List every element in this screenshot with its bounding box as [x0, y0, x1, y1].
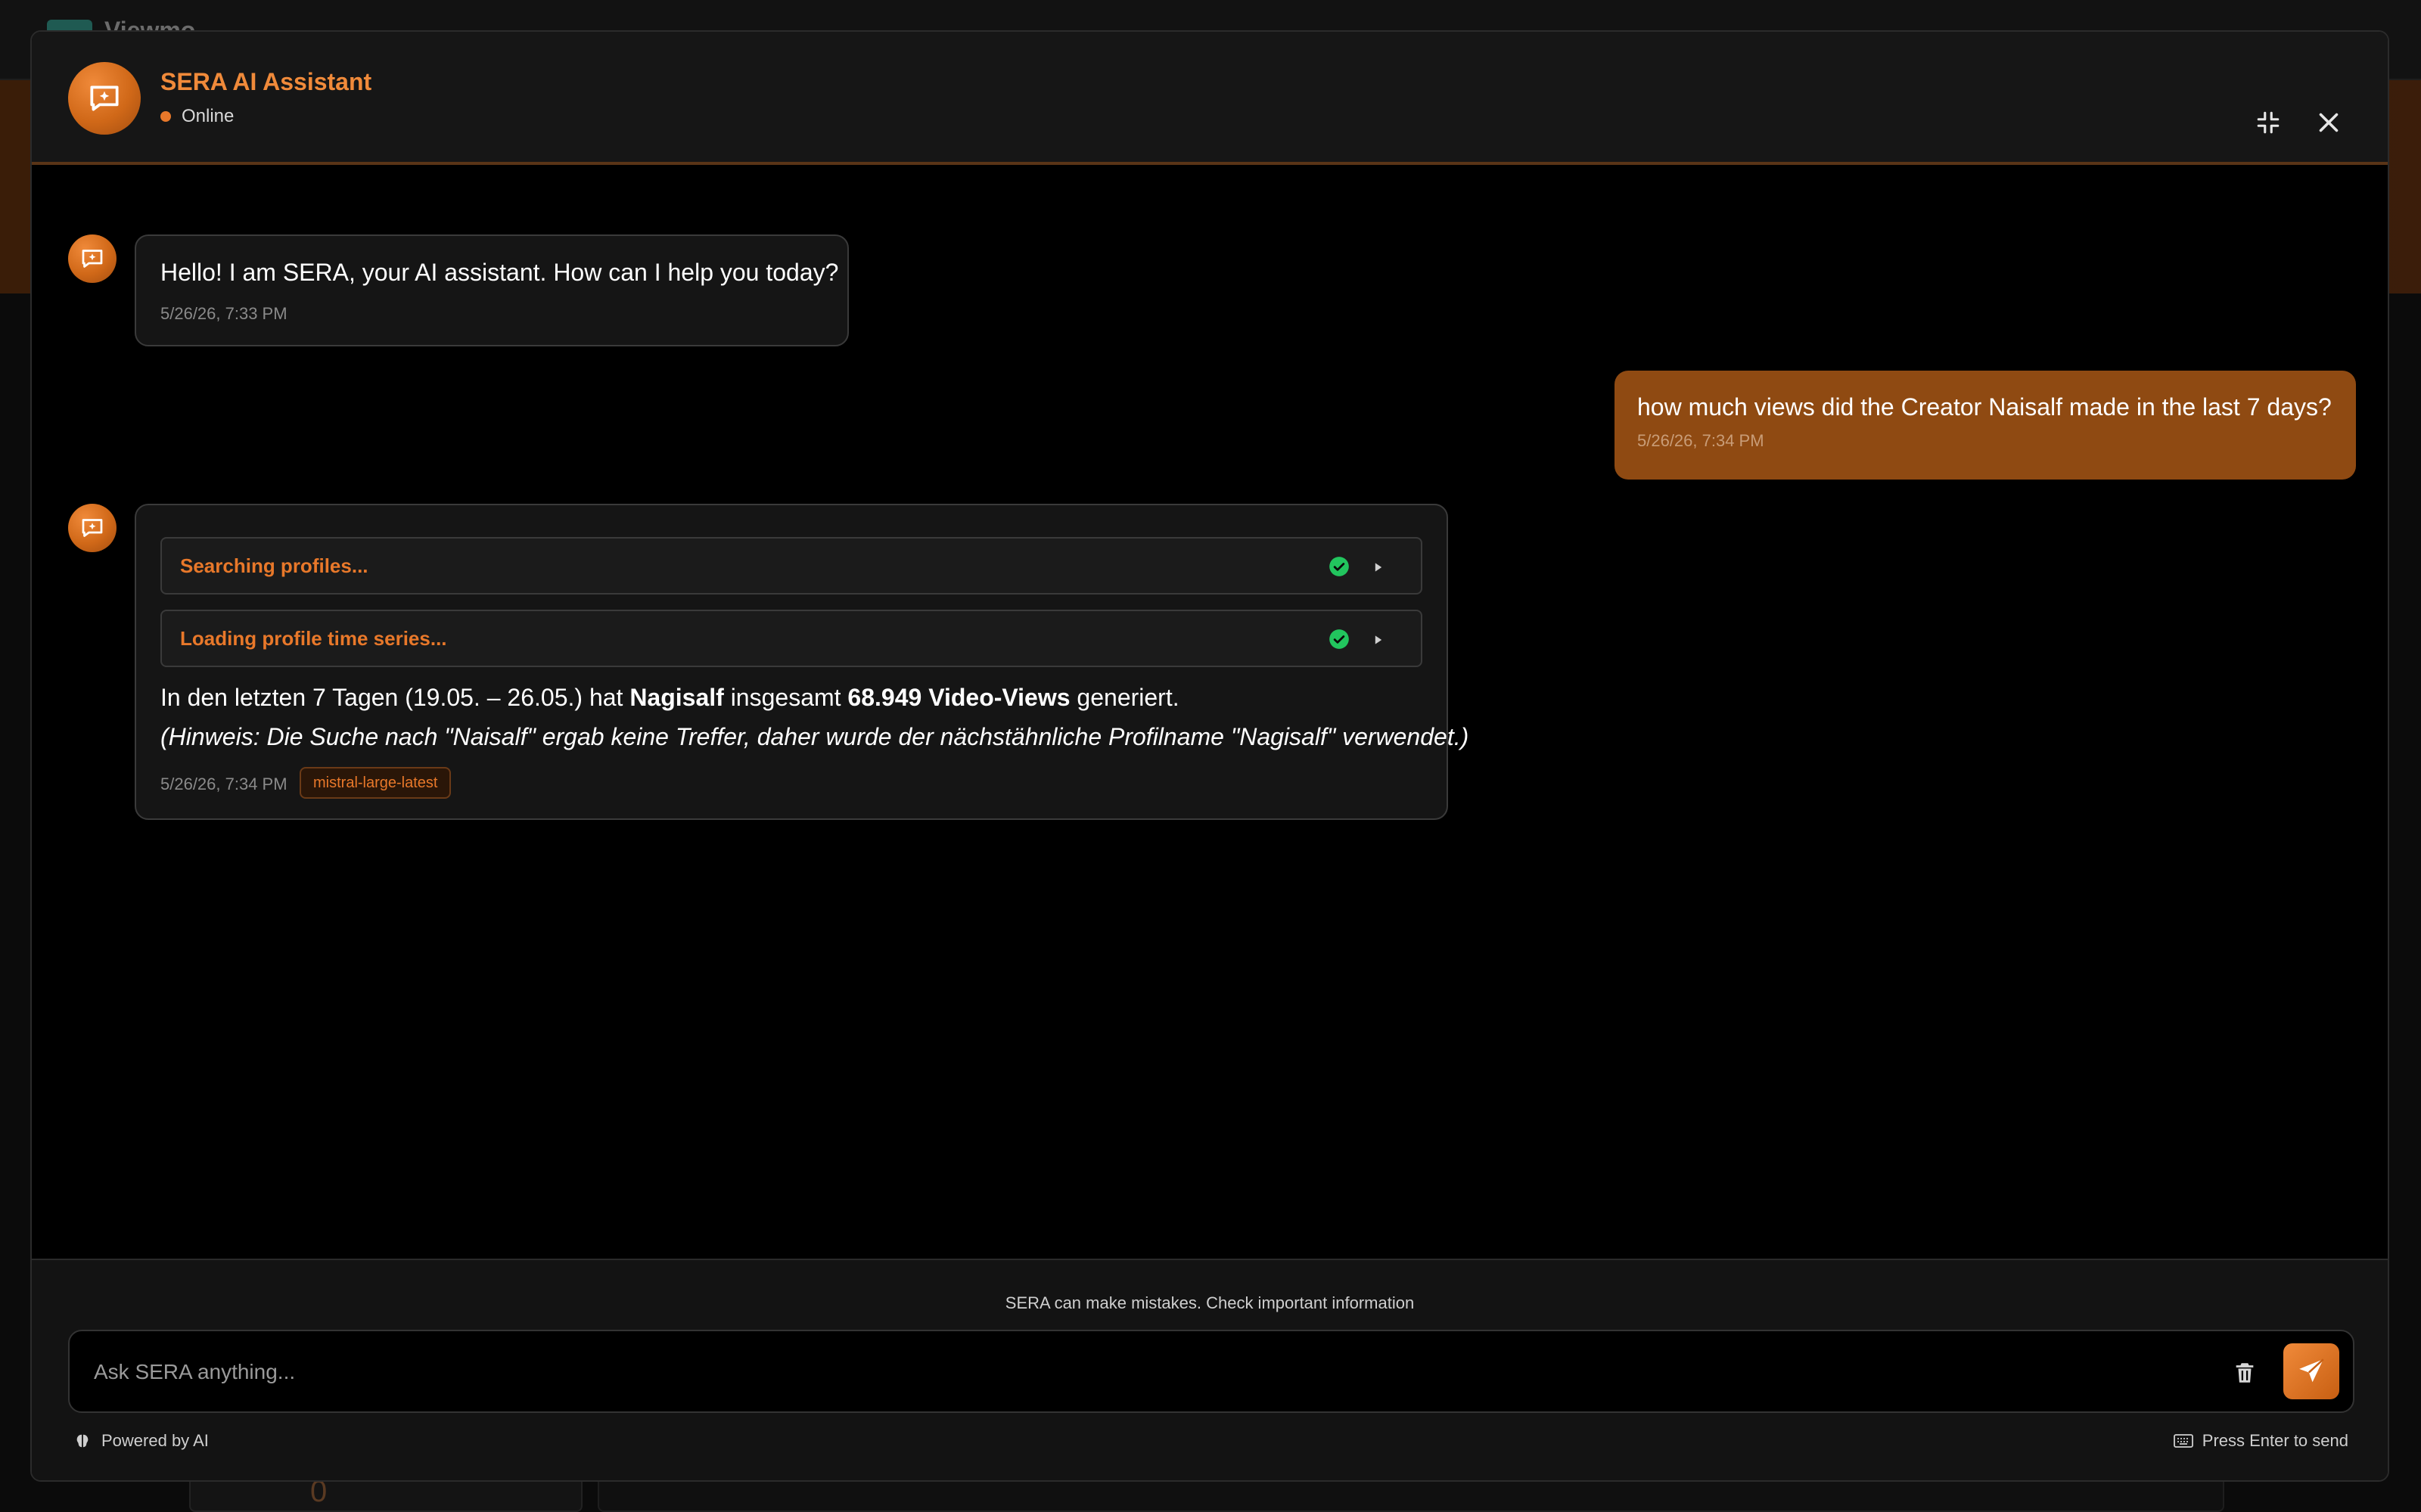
chat-input[interactable] — [94, 1351, 2137, 1393]
close-button[interactable] — [2306, 100, 2351, 145]
assistant-avatar — [68, 62, 141, 135]
send-icon — [2299, 1358, 2324, 1383]
trash-icon — [2236, 1363, 2254, 1383]
tool-call-label: Searching profiles... — [180, 554, 368, 577]
answer-views-count: 68.949 Video-Views — [847, 684, 1071, 711]
keyboard-icon — [2173, 1434, 2193, 1448]
expand-arrow-icon[interactable] — [1368, 629, 1389, 650]
chat-sparkle-icon — [82, 519, 103, 537]
model-badge: mistral-large-latest — [300, 767, 452, 799]
assistant-message: Searching profiles... Loading profile ti… — [135, 504, 1468, 820]
tool-call-searching-profiles[interactable]: Searching profiles... — [160, 537, 1422, 595]
powered-by-text: Powered by AI — [101, 1431, 209, 1450]
close-icon — [2319, 113, 2339, 132]
chat-modal: SERA AI Assistant Online Hello! I am SER… — [30, 30, 2389, 1482]
status-dot — [160, 111, 171, 122]
message-timestamp: 5/26/26, 7:34 PM — [1637, 431, 1764, 450]
check-circle-icon — [1329, 629, 1349, 649]
answer-part: In den letzten 7 Tagen (19.05. – 26.05.)… — [160, 684, 630, 711]
expand-arrow-icon[interactable] — [1368, 557, 1389, 578]
assistant-avatar-small — [68, 504, 117, 552]
status-text: Online — [182, 106, 235, 126]
brain-icon — [76, 1434, 89, 1448]
send-button[interactable] — [2283, 1343, 2339, 1399]
chat-sparkle-icon — [82, 250, 103, 268]
answer-part: generiert. — [1070, 684, 1179, 711]
tool-call-label: Loading profile time series... — [180, 626, 447, 650]
chat-header: SERA AI Assistant Online — [32, 32, 2388, 165]
answer-profile-name: Nagisalf — [629, 684, 724, 711]
message-timestamp: 5/26/26, 7:34 PM — [160, 775, 287, 793]
message-text: Hello! I am SERA, your AI assistant. How… — [160, 259, 839, 286]
message-list: Hello! I am SERA, your AI assistant. How… — [32, 168, 2388, 1289]
answer-note: (Hinweis: Die Suche nach "Naisalf" ergab… — [160, 723, 1469, 750]
disclaimer-text: SERA can make mistakes. Check important … — [1005, 1293, 1415, 1312]
status-indicator: Online — [160, 106, 234, 127]
check-circle-icon — [1329, 557, 1349, 576]
tool-call-loading-time-series[interactable]: Loading profile time series... — [160, 610, 1422, 667]
chat-sparkle-icon — [90, 85, 119, 111]
minimize-button[interactable] — [2245, 100, 2291, 145]
chat-footer: SERA can make mistakes. Check important … — [32, 1259, 2388, 1480]
assistant-message: Hello! I am SERA, your AI assistant. How… — [135, 234, 849, 346]
message-text: how much views did the Creator Naisalf m… — [1637, 393, 2332, 421]
assistant-avatar-small — [68, 234, 117, 283]
minimize-icon — [2257, 111, 2280, 134]
user-message: how much views did the Creator Naisalf m… — [1615, 371, 2356, 480]
powered-by: Powered by AI — [74, 1431, 209, 1451]
send-hint: Press Enter to send — [2173, 1431, 2348, 1451]
answer-part: insgesamt — [723, 684, 848, 711]
input-box — [68, 1330, 2354, 1413]
send-hint-text: Press Enter to send — [2202, 1431, 2348, 1450]
clear-chat-button[interactable] — [2226, 1354, 2264, 1392]
message-timestamp: 5/26/26, 7:33 PM — [160, 304, 287, 323]
answer-text: In den letzten 7 Tagen (19.05. – 26.05.)… — [160, 684, 1179, 712]
chat-title: SERA AI Assistant — [160, 68, 372, 95]
